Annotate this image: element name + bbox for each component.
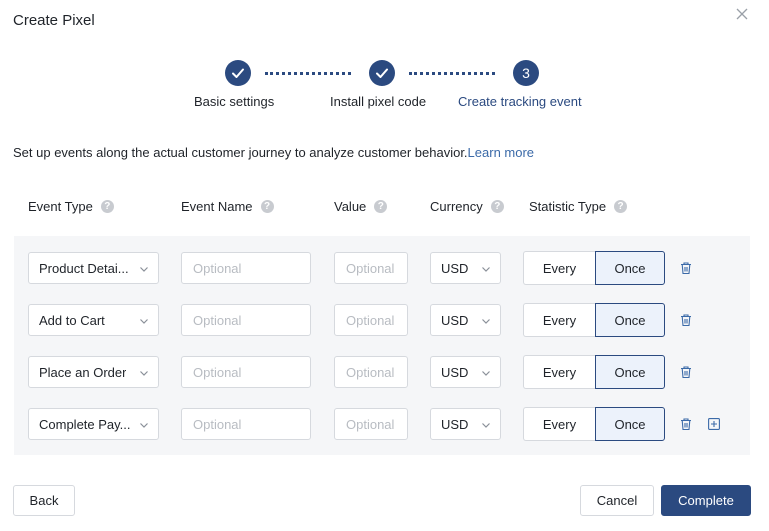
help-icon[interactable]: ? (614, 200, 627, 213)
value-input[interactable] (334, 408, 408, 440)
cancel-button[interactable]: Cancel (580, 485, 654, 516)
description-text: Set up events along the actual customer … (13, 145, 468, 160)
description: Set up events along the actual customer … (13, 145, 534, 160)
statistic-once-button[interactable]: Once (595, 251, 665, 285)
step-2-check-icon (369, 60, 395, 86)
event-type-select[interactable]: Place an Order (28, 356, 159, 388)
statistic-once-button[interactable]: Once (595, 407, 665, 441)
close-icon[interactable] (734, 6, 750, 22)
value-input[interactable] (334, 356, 408, 388)
trash-icon[interactable] (679, 261, 693, 275)
plus-square-icon[interactable] (708, 418, 720, 430)
currency-select[interactable]: USD (430, 252, 501, 284)
table-row: Add to Cart USD Every Once (0, 303, 769, 337)
trash-icon[interactable] (679, 313, 693, 327)
step-2-label: Install pixel code (330, 94, 426, 109)
chevron-down-icon (140, 265, 148, 273)
currency-select[interactable]: USD (430, 408, 501, 440)
statistic-every-button[interactable]: Every (523, 355, 595, 389)
learn-more-link[interactable]: Learn more (468, 145, 534, 160)
help-icon[interactable]: ? (491, 200, 504, 213)
event-name-input[interactable] (181, 408, 311, 440)
header-statistic-type: Statistic Type? (529, 199, 627, 214)
check-icon (375, 66, 389, 80)
step-connector (265, 72, 351, 75)
event-type-select[interactable]: Add to Cart (28, 304, 159, 336)
value-input[interactable] (334, 304, 408, 336)
table-row: Product Detai... USD Every Once (0, 251, 769, 285)
chevron-down-icon (482, 421, 490, 429)
event-name-input[interactable] (181, 356, 311, 388)
statistic-every-button[interactable]: Every (523, 251, 595, 285)
statistic-every-button[interactable]: Every (523, 303, 595, 337)
header-event-name: Event Name? (181, 199, 274, 214)
step-3-label: Create tracking event (458, 94, 582, 109)
chevron-down-icon (140, 421, 148, 429)
step-3-number: 3 (513, 60, 539, 86)
dialog-title: Create Pixel (13, 12, 95, 29)
header-value: Value? (334, 199, 387, 214)
chevron-down-icon (482, 265, 490, 273)
statistic-once-button[interactable]: Once (595, 355, 665, 389)
event-name-input[interactable] (181, 304, 311, 336)
chevron-down-icon (140, 317, 148, 325)
back-button[interactable]: Back (13, 485, 75, 516)
value-input[interactable] (334, 252, 408, 284)
trash-icon[interactable] (679, 417, 693, 431)
event-name-input[interactable] (181, 252, 311, 284)
help-icon[interactable]: ? (261, 200, 274, 213)
help-icon[interactable]: ? (101, 200, 114, 213)
table-row: Place an Order USD Every Once (0, 355, 769, 389)
chevron-down-icon (482, 317, 490, 325)
help-icon[interactable]: ? (374, 200, 387, 213)
step-connector (409, 72, 495, 75)
event-type-select[interactable]: Product Detai... (28, 252, 159, 284)
check-icon (231, 66, 245, 80)
event-type-select[interactable]: Complete Pay... (28, 408, 159, 440)
header-event-type: Event Type? (28, 199, 114, 214)
table-row: Complete Pay... USD Every Once (0, 407, 769, 441)
header-currency: Currency? (430, 199, 504, 214)
stepper: 3 Basic settings Install pixel code Crea… (0, 60, 769, 120)
step-1-check-icon (225, 60, 251, 86)
trash-icon[interactable] (679, 365, 693, 379)
statistic-every-button[interactable]: Every (523, 407, 595, 441)
currency-select[interactable]: USD (430, 304, 501, 336)
chevron-down-icon (482, 369, 490, 377)
currency-select[interactable]: USD (430, 356, 501, 388)
complete-button[interactable]: Complete (661, 485, 751, 516)
statistic-once-button[interactable]: Once (595, 303, 665, 337)
step-1-label: Basic settings (194, 94, 274, 109)
chevron-down-icon (140, 369, 148, 377)
